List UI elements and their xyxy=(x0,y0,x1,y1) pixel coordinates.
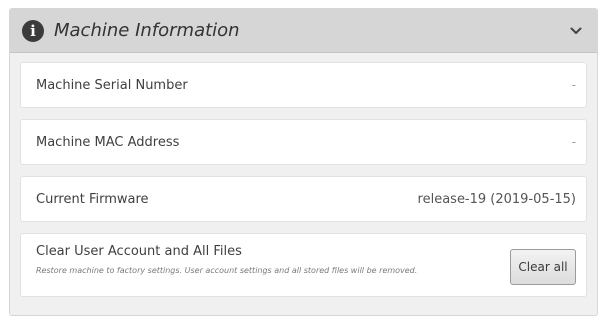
firmware-label: Current Firmware xyxy=(36,191,149,207)
panel-title: Machine Information xyxy=(54,20,240,41)
clear-account-row: Clear User Account and All Files Restore… xyxy=(20,233,587,297)
mac-address-label: Machine MAC Address xyxy=(36,134,180,150)
clear-all-button[interactable]: Clear all xyxy=(510,249,576,285)
mac-address-row: Machine MAC Address - xyxy=(20,119,587,165)
panel-header[interactable]: i Machine Information xyxy=(10,9,597,53)
clear-account-description: Restore machine to factory settings. Use… xyxy=(36,266,418,275)
serial-number-value: - xyxy=(571,78,576,92)
serial-number-label: Machine Serial Number xyxy=(36,77,188,93)
firmware-row: Current Firmware release-19 (2019-05-15) xyxy=(20,176,587,222)
serial-number-row: Machine Serial Number - xyxy=(20,62,587,108)
panel-body: Machine Serial Number - Machine MAC Addr… xyxy=(10,53,597,297)
clear-account-label: Clear User Account and All Files xyxy=(36,244,242,259)
mac-address-value: - xyxy=(571,135,576,149)
clear-account-text: Clear User Account and All Files Restore… xyxy=(36,244,510,276)
firmware-value: release-19 (2019-05-15) xyxy=(417,191,576,207)
machine-information-panel: i Machine Information Machine Serial Num… xyxy=(9,8,598,316)
chevron-down-icon[interactable] xyxy=(565,20,587,42)
info-circle-icon: i xyxy=(22,19,44,42)
